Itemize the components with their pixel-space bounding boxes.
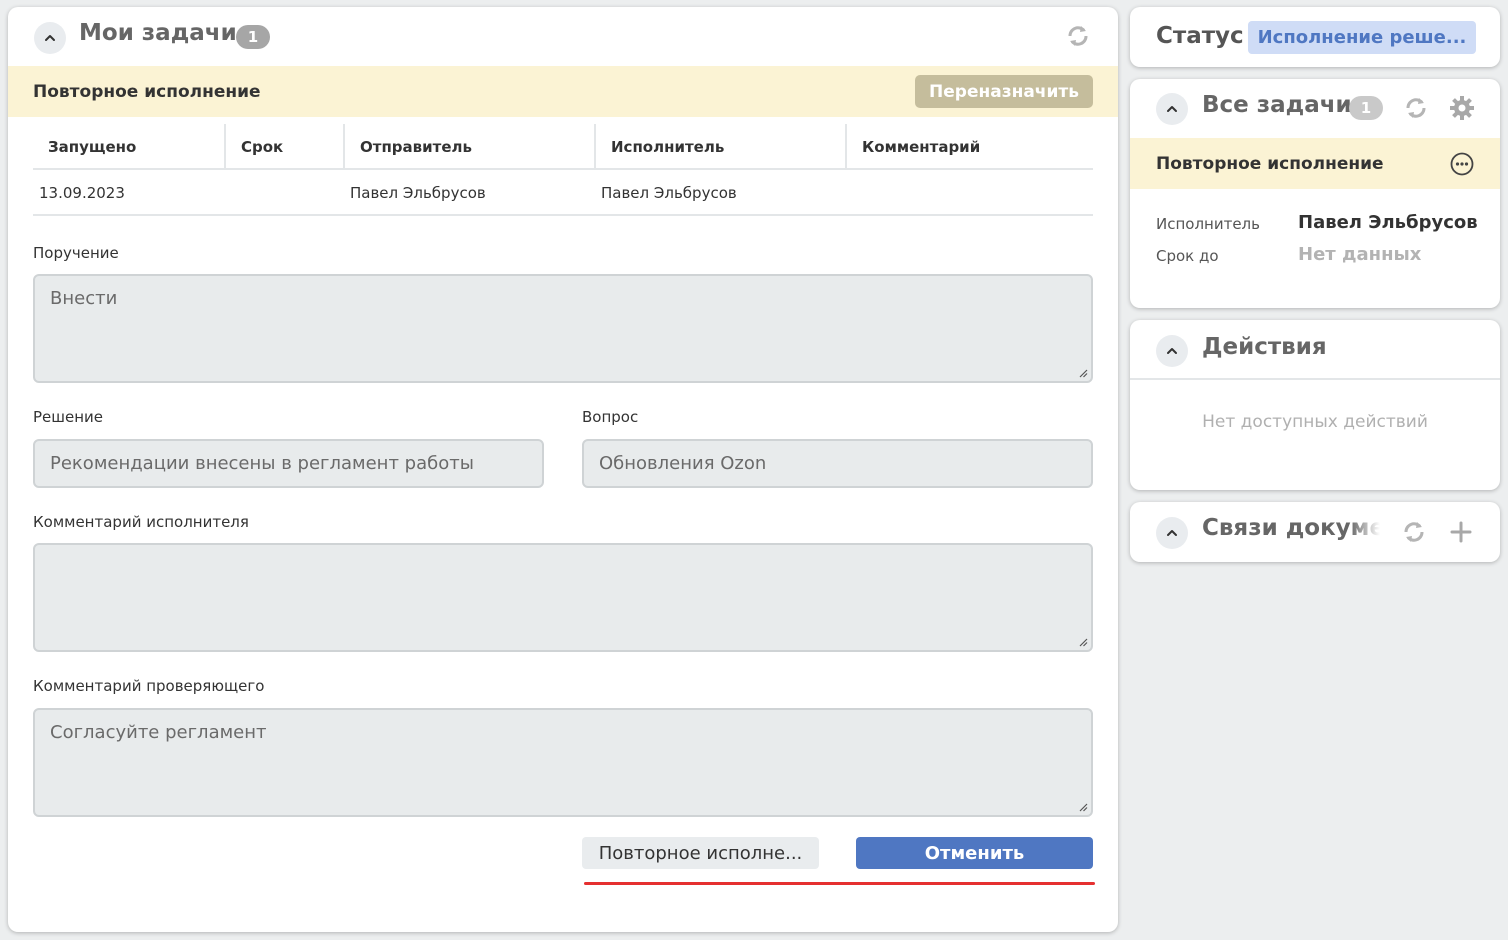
question-label: Вопрос — [582, 408, 639, 426]
plus-icon[interactable] — [1448, 519, 1474, 549]
decision-field[interactable]: Рекомендации внесены в регламент работы — [33, 439, 544, 488]
cancel-button[interactable]: Отменить — [856, 837, 1093, 869]
reviewer-comment-field[interactable]: Согласуйте регламент — [33, 708, 1093, 817]
all-tasks-card: Все задачи 1 Повторное исполнение Исполн… — [1130, 79, 1500, 308]
collapse-button[interactable] — [1156, 93, 1188, 125]
status-card: Статус Исполнение реше... — [1130, 7, 1500, 67]
chevron-up-icon — [1167, 106, 1177, 112]
cell-sender: Павел Эльбрусов — [350, 184, 486, 202]
column-header-sender[interactable]: Отправитель — [343, 124, 594, 170]
card-title: Действия — [1202, 334, 1327, 360]
document-links-card: Связи документа — [1130, 502, 1500, 562]
my-tasks-header: Мои задачи 1 — [8, 7, 1118, 65]
collapse-button[interactable] — [34, 22, 66, 54]
card-title: Связи документа — [1202, 515, 1380, 541]
task-strip[interactable]: Повторное исполнение — [1130, 138, 1500, 189]
chevron-up-icon — [1167, 530, 1177, 536]
task-count-badge: 1 — [1349, 96, 1383, 120]
actions-card: Действия Нет доступных действий — [1130, 320, 1500, 490]
question-value: Обновления Ozon — [599, 453, 767, 474]
cell-comment — [845, 170, 1093, 216]
empty-state-text: Нет доступных действий — [1202, 412, 1428, 432]
due-value: Нет данных — [1298, 244, 1422, 265]
gear-icon[interactable] — [1448, 94, 1476, 126]
table-row[interactable]: 13.09.2023 Павел Эльбрусов Павел Эльбрус… — [33, 170, 1093, 216]
question-field[interactable]: Обновления Ozon — [582, 439, 1093, 488]
my-tasks-card: Мои задачи 1 Повторное исполнение Перена… — [8, 7, 1118, 932]
column-header-deadline[interactable]: Срок — [224, 124, 343, 170]
task-type-title: Повторное исполнение — [1156, 153, 1384, 174]
reviewer-comment-value: Согласуйте регламент — [50, 722, 267, 743]
assignment-field[interactable]: Внести — [33, 274, 1093, 383]
refresh-icon[interactable] — [1064, 22, 1092, 50]
card-title-wrapper: Связи документа — [1202, 515, 1380, 541]
cell-deadline — [224, 170, 343, 216]
more-horizontal-icon[interactable] — [1450, 152, 1474, 176]
reassign-button[interactable]: Переназначить — [915, 75, 1093, 108]
resize-grip-icon[interactable] — [1078, 802, 1088, 812]
decision-label: Решение — [33, 408, 104, 426]
divider — [1130, 378, 1500, 380]
task-type-title: Повторное исполнение — [33, 81, 261, 102]
chevron-up-icon — [1167, 348, 1177, 354]
reviewer-comment-label: Комментарий проверяющего — [33, 677, 265, 695]
chevron-up-icon — [45, 35, 55, 41]
decision-value: Рекомендации внесены в регламент работы — [50, 453, 474, 474]
column-header-comment[interactable]: Комментарий — [845, 124, 1093, 170]
executor-value: Павел Эльбрусов — [1298, 212, 1478, 233]
refresh-icon[interactable] — [1400, 518, 1428, 550]
task-strip: Повторное исполнение Переназначить — [8, 66, 1118, 117]
collapse-button[interactable] — [1156, 517, 1188, 549]
refresh-icon[interactable] — [1402, 94, 1430, 126]
resize-grip-icon[interactable] — [1078, 637, 1088, 647]
assignment-label: Поручение — [33, 244, 119, 262]
column-header-started[interactable]: Запущено — [33, 124, 224, 170]
cell-executor: Павел Эльбрусов — [601, 184, 737, 202]
status-label: Статус — [1156, 23, 1244, 49]
repeat-execution-button[interactable]: Повторное исполне... — [582, 837, 819, 869]
annotation-underline — [584, 882, 1095, 885]
cell-started: 13.09.2023 — [39, 184, 125, 202]
column-header-executor[interactable]: Исполнитель — [594, 124, 845, 170]
executor-comment-label: Комментарий исполнителя — [33, 513, 249, 531]
resize-grip-icon[interactable] — [1078, 368, 1088, 378]
executor-label: Исполнитель — [1156, 215, 1260, 233]
task-count-badge: 1 — [236, 25, 270, 49]
due-label: Срок до — [1156, 247, 1219, 265]
assignment-value: Внести — [50, 288, 118, 309]
executor-comment-field[interactable] — [33, 543, 1093, 652]
task-table-header: Запущено Срок Отправитель Исполнитель Ко… — [33, 124, 1093, 170]
card-title: Мои задачи — [79, 20, 237, 46]
card-title: Все задачи — [1202, 92, 1352, 118]
status-badge[interactable]: Исполнение реше... — [1248, 21, 1476, 54]
collapse-button[interactable] — [1156, 335, 1188, 367]
